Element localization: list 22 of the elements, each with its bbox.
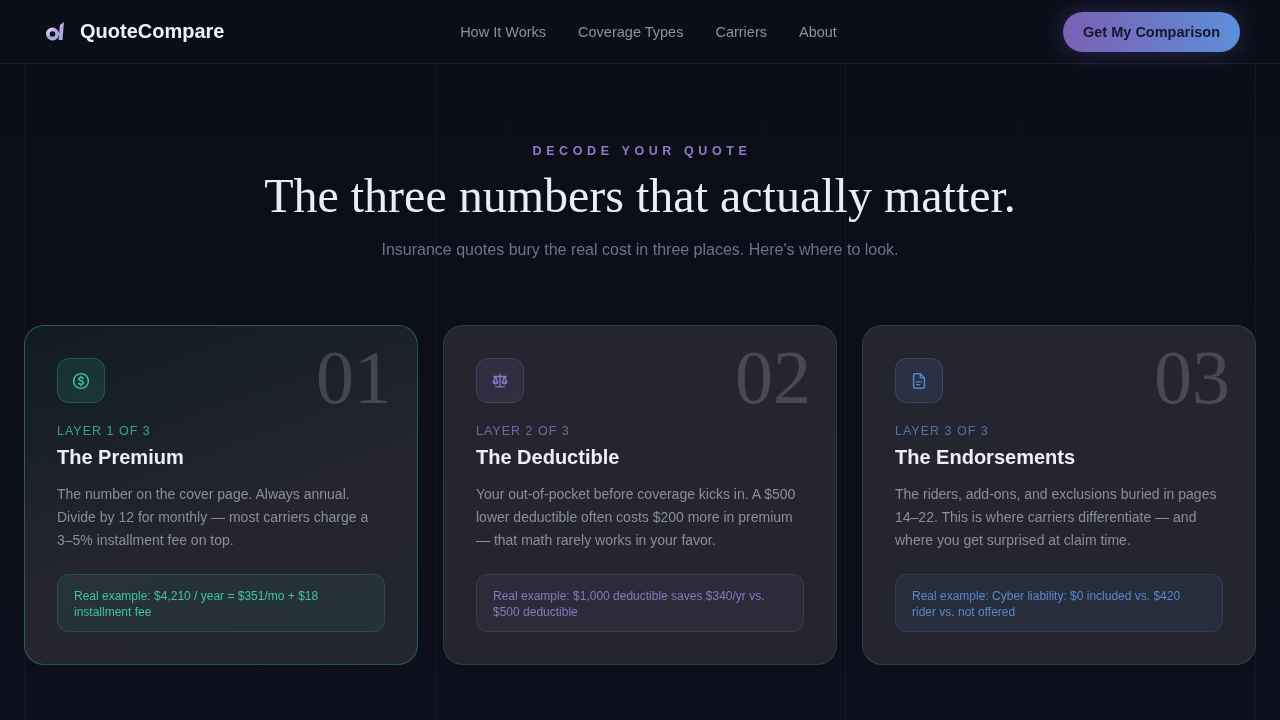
layer-label: LAYER 3 OF 3 bbox=[895, 424, 990, 438]
layer-label: LAYER 1 OF 3 bbox=[57, 424, 152, 438]
hero-heading: The three numbers that actually matter. bbox=[264, 168, 1016, 224]
card-title: The Deductible bbox=[476, 446, 621, 469]
example-note: Real example: $1,000 deductible saves $340/yr vs. $500 deductible bbox=[476, 574, 804, 632]
example-note: Real example: Cyber liability: $0 included vs. $420 rider vs. not offered bbox=[895, 574, 1223, 632]
logo-icon bbox=[45, 21, 66, 42]
card-description: The riders, add-ons, and exclusions buried in pages 14–22. This is where carriers differentiate — and where you get surprised at claim time. bbox=[895, 485, 1218, 550]
comparison-button[interactable]: Get My Comparison bbox=[1063, 11, 1240, 52]
card-title: The Endorsements bbox=[895, 446, 1077, 469]
nav-link[interactable]: About bbox=[798, 23, 837, 40]
card-description: The number on the cover page. Always annual. Divide by 12 for monthly — most carriers charge a 3–5% installment fee on top. bbox=[57, 485, 370, 550]
layer-label: LAYER 2 OF 3 bbox=[476, 424, 571, 438]
nav-link[interactable]: Carriers bbox=[715, 23, 767, 40]
card-description: Your out-of-pocket before coverage kicks in. A $500 lower deductible often costs $200 more in premium — that math rarely works in your favor. bbox=[476, 485, 797, 550]
card-title: The Premium bbox=[57, 446, 185, 469]
nav-link[interactable]: Coverage Types bbox=[578, 23, 684, 40]
brand-name[interactable]: QuoteCompare bbox=[80, 20, 225, 43]
example-note: Real example: $4,210 / year = $351/mo + $18 installment fee bbox=[57, 574, 385, 632]
nav-link[interactable]: How It Works bbox=[460, 23, 547, 40]
eyebrow-label: DECODE YOUR QUOTE bbox=[532, 144, 752, 158]
hero-subtitle: Insurance quotes bury the real cost in three places. Here's where to look. bbox=[381, 241, 899, 259]
